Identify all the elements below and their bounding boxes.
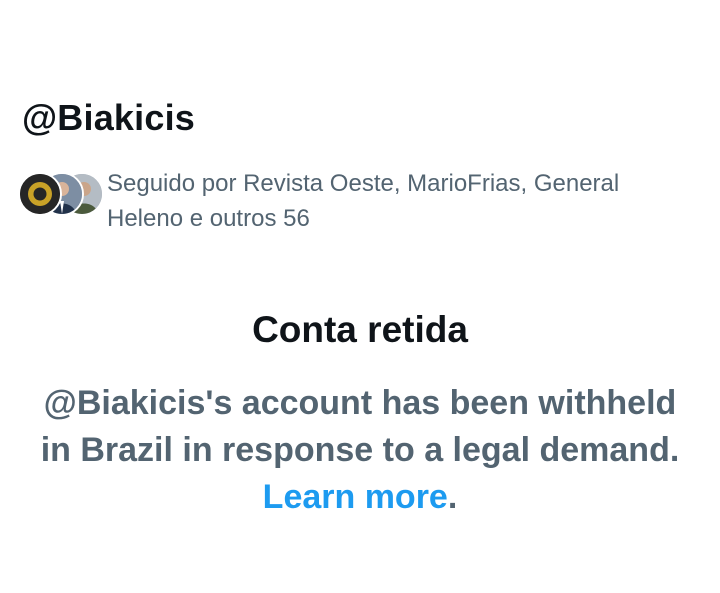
withheld-notice: Conta retida @Biakicis's account has bee… bbox=[0, 306, 720, 521]
avatar-icon[interactable] bbox=[18, 172, 62, 216]
notice-message-text: @Biakicis's account has been withheld in… bbox=[40, 384, 680, 469]
follower-avatars[interactable] bbox=[18, 172, 104, 218]
notice-message: @Biakicis's account has been withheld in… bbox=[40, 380, 680, 521]
followed-by-text[interactable]: Seguido por Revista Oeste, MarioFrias, G… bbox=[107, 166, 697, 236]
learn-more-link[interactable]: Learn more bbox=[263, 478, 448, 516]
profile-handle: @Biakicis bbox=[22, 97, 195, 138]
notice-trailing-period: . bbox=[447, 478, 458, 516]
followed-by-row[interactable]: Seguido por Revista Oeste, MarioFrias, G… bbox=[14, 164, 704, 234]
notice-title: Conta retida bbox=[252, 309, 468, 350]
